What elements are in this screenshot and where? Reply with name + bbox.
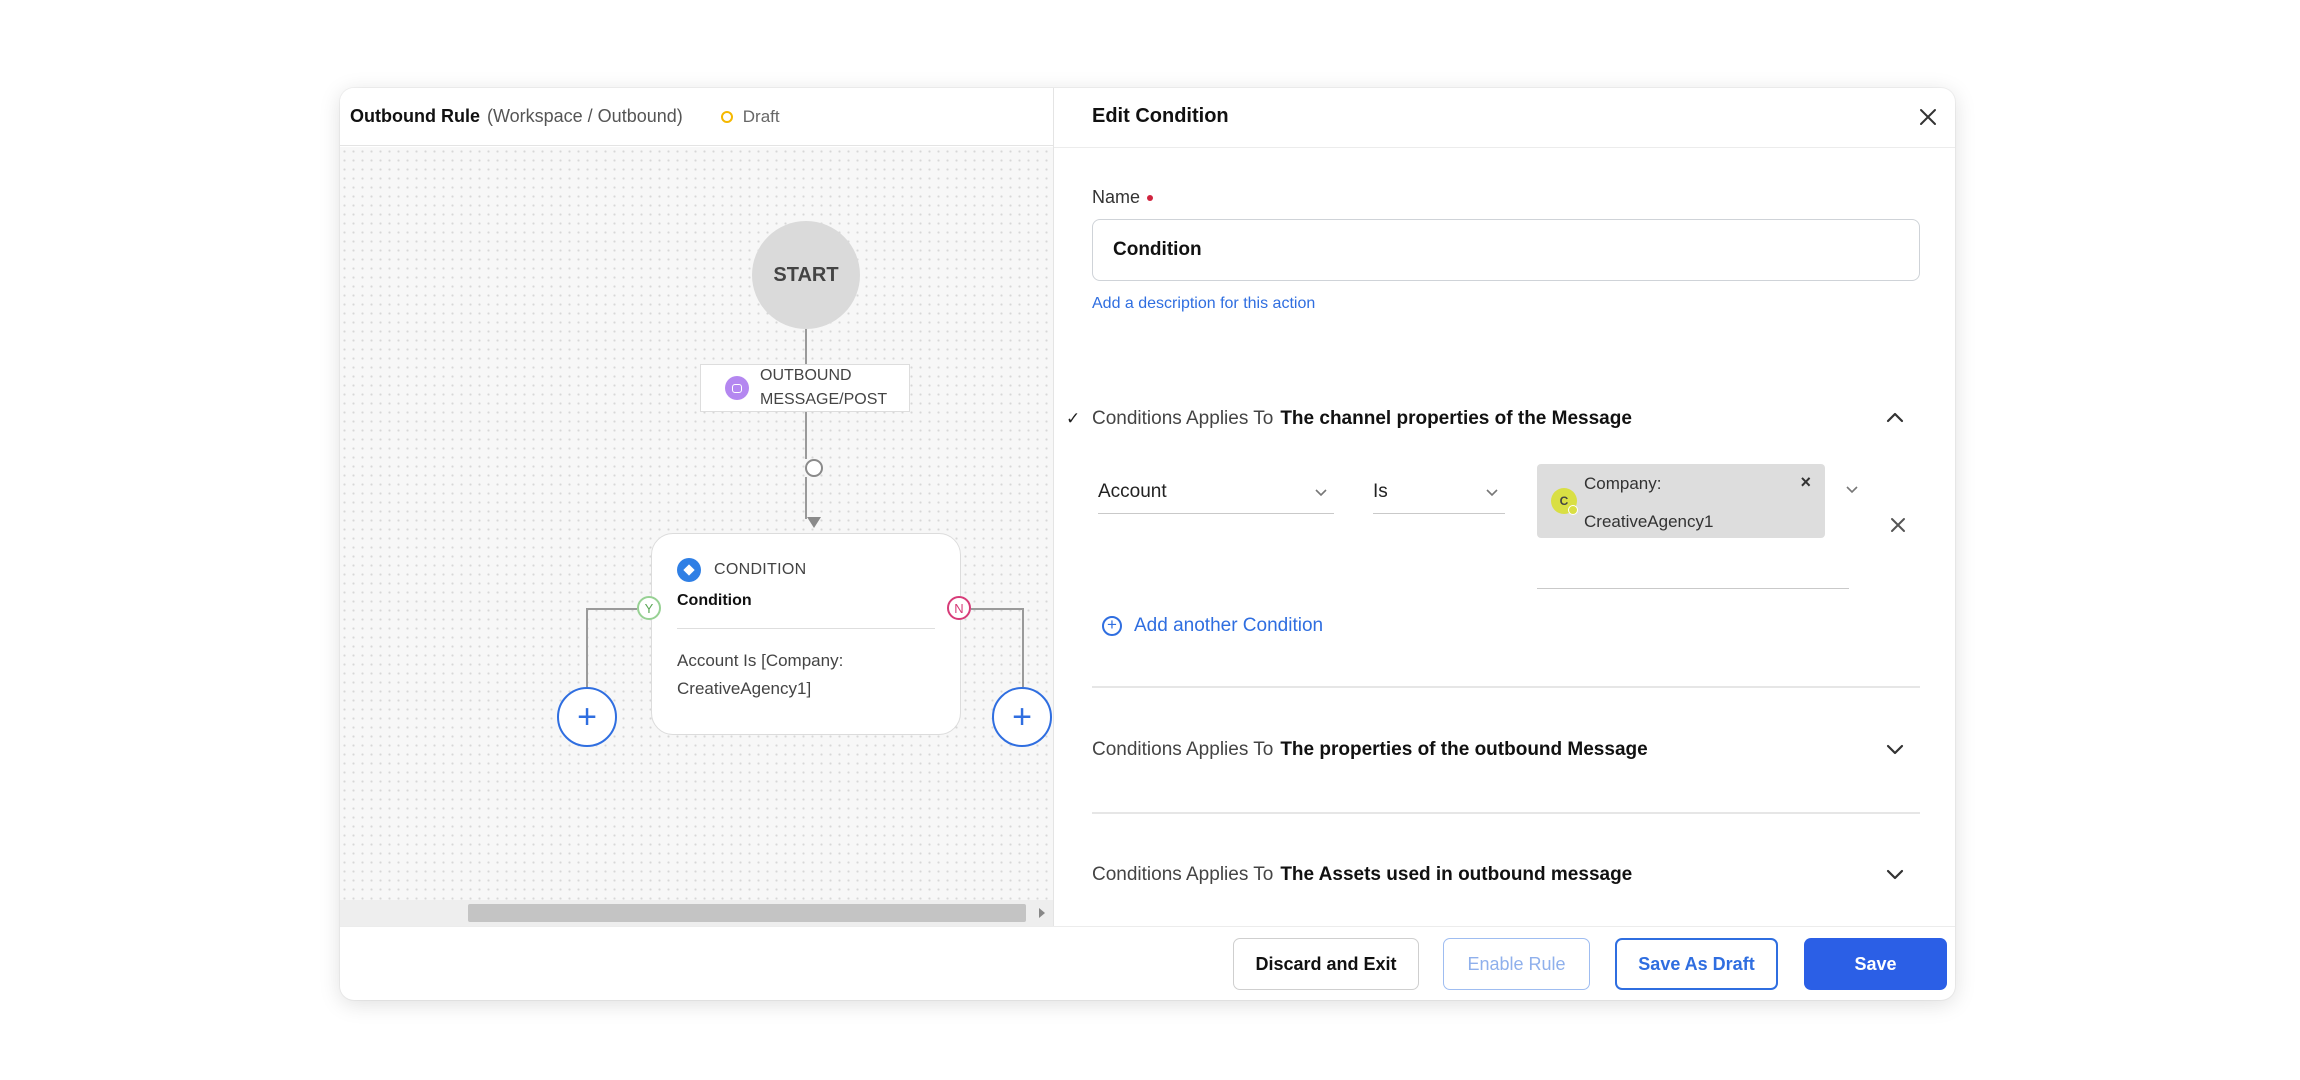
start-node[interactable]: START [752,221,860,329]
status-badge: Draft [742,106,780,126]
add-condition-button[interactable]: + Add another Condition [1102,615,1323,637]
arrow-down-icon [807,517,821,528]
discard-and-exit-button[interactable]: Discard and Exit [1233,938,1419,990]
no-branch-line [1022,608,1024,687]
divider [1054,147,1955,148]
section-outbound-properties[interactable]: Conditions Applies To The properties of … [1066,730,1920,770]
section-title: The properties of the outbound Message [1280,739,1648,760]
chevron-down-icon[interactable] [1884,738,1906,765]
save-button[interactable]: Save [1804,938,1947,990]
section-prefix: Conditions Applies To [1092,739,1274,760]
panel-title: Edit Condition [1092,105,1229,127]
yes-branch-line [587,608,637,610]
connector-line [805,412,807,459]
divider [677,628,935,629]
section-channel-properties[interactable]: ✓ Conditions Applies To The channel prop… [1066,399,1920,439]
name-input[interactable] [1092,219,1920,281]
no-branch-badge: N [947,596,971,620]
yes-branch-line [586,608,588,687]
chevron-down-icon[interactable] [1884,863,1906,890]
chevron-down-icon [1483,483,1501,501]
rule-breadcrumb: (Workspace / Outbound) [486,106,683,126]
close-icon [1920,109,1936,125]
chevron-up-icon[interactable] [1884,407,1906,434]
message-icon [725,376,749,400]
add-no-step-button[interactable]: + [992,687,1052,747]
section-assets[interactable]: Conditions Applies To The Assets used in… [1066,855,1920,895]
value-chip-line2: CreativeAgency1 [1584,512,1714,531]
rule-title: Outbound Rule [350,106,480,126]
value-chip-label: Company: CreativeAgency1 [1584,471,1713,535]
connector-line [805,477,807,519]
save-as-draft-button[interactable]: Save As Draft [1615,938,1778,990]
condition-field-value: Account [1098,480,1167,502]
value-chip: C Company: CreativeAgency1 × [1537,464,1825,538]
divider [1092,686,1920,688]
check-icon: ✓ [1066,409,1081,428]
scrollbar-thumb[interactable] [468,904,1026,922]
scroll-right-icon[interactable] [1039,908,1045,918]
value-chip-line1: Company: [1584,474,1662,493]
outbound-message-node[interactable]: OUTBOUND MESSAGE/POST [700,364,910,412]
section-prefix: Conditions Applies To [1092,408,1274,429]
avatar-badge-icon [1568,505,1578,515]
draft-status-icon [720,110,733,123]
condition-node[interactable]: CONDITION Condition Account Is [Company:… [651,533,961,735]
remove-chip-button[interactable]: × [1800,472,1811,493]
add-yes-step-button[interactable]: + [557,687,617,747]
name-field-label: Name [1092,187,1154,208]
condition-operator-dropdown[interactable]: Is [1373,470,1505,514]
chevron-down-icon [1312,483,1330,501]
section-title: The Assets used in outbound message [1280,864,1633,885]
connector-line [805,329,807,364]
remove-condition-button[interactable] [1886,513,1910,537]
condition-node-description: Account Is [Company: CreativeAgency1] [677,651,844,698]
plus-circle-icon: + [1102,616,1122,636]
close-icon [1891,518,1905,532]
name-label-text: Name [1092,187,1141,207]
add-condition-label: Add another Condition [1134,615,1324,636]
chevron-down-icon[interactable] [1843,480,1861,498]
condition-operator-value: Is [1373,480,1388,502]
condition-value-field[interactable]: C Company: CreativeAgency1 × [1537,464,1849,589]
rule-header: Outbound Rule (Workspace / Outbound) Dra… [340,88,1053,146]
enable-rule-button[interactable]: Enable Rule [1443,938,1590,990]
condition-node-name: Condition [677,592,752,609]
no-branch-line [971,608,1023,610]
divider [1092,812,1920,814]
diamond-icon [677,558,701,582]
yes-branch-badge: Y [637,596,661,620]
horizontal-scrollbar[interactable] [340,900,1053,926]
condition-node-type: CONDITION [714,561,807,578]
connector-junction[interactable] [805,459,823,477]
outbound-node-label: OUTBOUND MESSAGE/POST [760,367,888,408]
section-title: The channel properties of the Message [1280,408,1632,429]
close-panel-button[interactable] [1913,102,1943,132]
condition-field-dropdown[interactable]: Account [1098,470,1334,514]
flow-canvas[interactable]: START OUTBOUND MESSAGE/POST CONDITION Co… [340,147,1053,900]
add-description-link[interactable]: Add a description for this action [1092,295,1315,313]
required-indicator [1147,195,1154,202]
rule-builder-panel: Outbound Rule (Workspace / Outbound) Dra… [340,88,1054,926]
section-prefix: Conditions Applies To [1092,864,1274,885]
condition-node-header: CONDITION [677,558,806,582]
rule-editor-window: Outbound Rule (Workspace / Outbound) Dra… [340,88,1955,1000]
footer-divider [340,926,1955,927]
